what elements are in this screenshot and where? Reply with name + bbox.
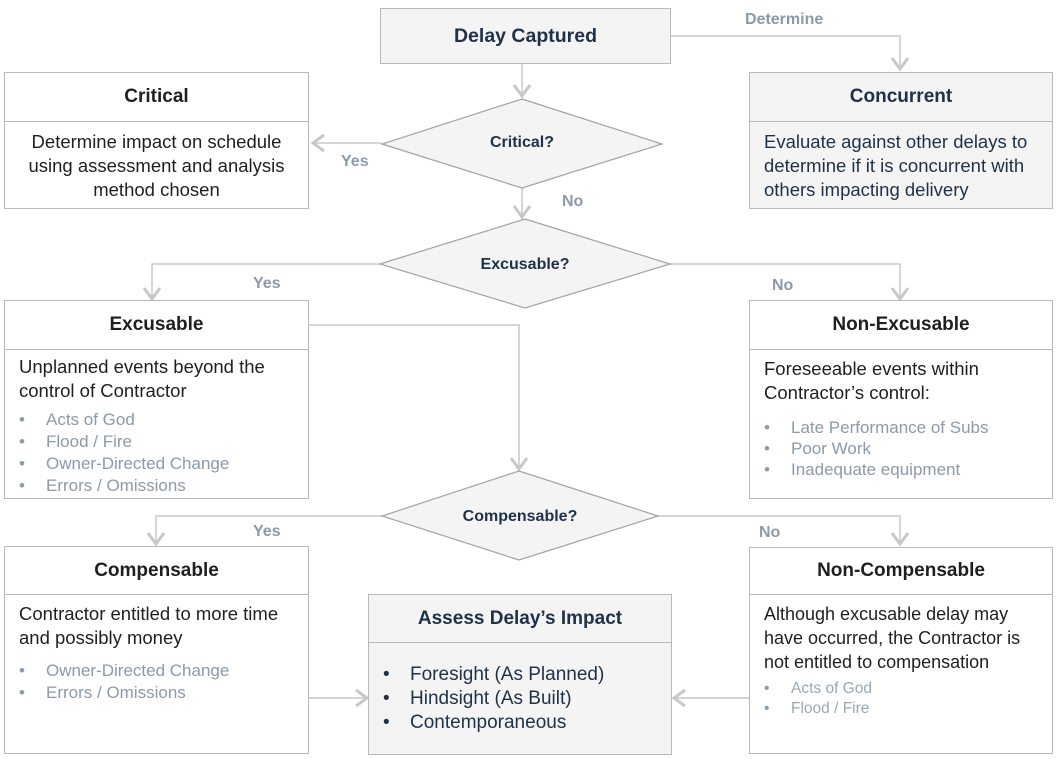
node-non-compensable-body: Although excusable delay may have occurr… [750, 595, 1052, 719]
list-item: Acts of God [764, 679, 1038, 699]
node-compensable: Compensable Contractor entitled to more … [4, 546, 309, 754]
node-non-compensable: Non-Compensable Although excusable delay… [749, 547, 1053, 754]
node-excusable-title: Excusable [5, 301, 308, 350]
edge-label-critical-yes: Yes [341, 153, 369, 170]
node-concurrent-title: Concurrent [750, 73, 1052, 122]
node-non-excusable-list: Late Performance of Subs Poor Work Inade… [764, 417, 1038, 480]
node-non-compensable-title: Non-Compensable [750, 548, 1052, 595]
decision-excusable-text: Excusable? [480, 256, 570, 273]
node-assess-impact-list: Foresight (As Planned) Hindsight (As Bui… [383, 663, 657, 735]
node-excusable-list: Acts of God Flood / Fire Owner-Directed … [19, 409, 294, 497]
edge-label-compensable-yes: Yes [253, 523, 281, 540]
node-critical-body: Determine impact on schedule using asses… [28, 131, 285, 200]
node-compensable-title: Compensable [5, 547, 308, 595]
list-item: Contemporaneous [383, 711, 657, 735]
list-item: Owner-Directed Change [19, 660, 294, 682]
node-assess-impact-body: Foresight (As Planned) Hindsight (As Bui… [369, 643, 671, 735]
decision-critical-text: Critical? [489, 134, 554, 151]
node-assess-impact-title: Assess Delay’s Impact [369, 595, 671, 643]
list-item: Errors / Omissions [19, 682, 294, 704]
node-concurrent: Concurrent Evaluate against other delays… [749, 72, 1053, 209]
edge-label-determine: Determine [745, 11, 824, 28]
node-non-compensable-list: Acts of God Flood / Fire [764, 679, 1038, 719]
node-delay-captured-title: Delay Captured [453, 24, 598, 47]
node-compensable-body: Contractor entitled to more time and pos… [5, 595, 308, 704]
node-non-excusable-description: Foreseeable events within Contractor’s c… [764, 358, 979, 403]
list-item: Flood / Fire [19, 431, 294, 453]
node-excusable: Excusable Unplanned events beyond the co… [4, 300, 309, 499]
list-item: Flood / Fire [764, 699, 1038, 719]
edge-label-excusable-yes: Yes [253, 275, 281, 292]
node-non-excusable-body: Foreseeable events within Contractor’s c… [750, 350, 1052, 480]
edge-label-compensable-no: No [759, 524, 781, 541]
node-non-compensable-description: Although excusable delay may have occurr… [764, 604, 1021, 672]
list-item: Late Performance of Subs [764, 417, 1038, 438]
decision-compensable-text: Compensable? [462, 508, 578, 525]
node-excusable-body: Unplanned events beyond the control of C… [5, 350, 308, 497]
node-assess-impact: Assess Delay’s Impact Foresight (As Plan… [368, 594, 672, 755]
list-item: Hindsight (As Built) [383, 687, 657, 711]
edge-delay-to-concurrent [670, 35, 901, 70]
node-critical: Critical Determine impact on schedule us… [4, 72, 309, 209]
list-item: Poor Work [764, 438, 1038, 459]
node-non-excusable: Non-Excusable Foreseeable events within … [749, 300, 1053, 499]
list-item: Acts of God [19, 409, 294, 431]
list-item: Inadequate equipment [764, 459, 1038, 480]
node-delay-captured: Delay Captured [380, 8, 671, 64]
node-non-excusable-title: Non-Excusable [750, 301, 1052, 350]
edge-label-excusable-no: No [772, 277, 794, 294]
node-critical-title: Critical [5, 73, 308, 122]
node-compensable-list: Owner-Directed Change Errors / Omissions [19, 660, 294, 704]
node-concurrent-body: Evaluate against other delays to determi… [764, 131, 1028, 200]
node-compensable-description: Contractor entitled to more time and pos… [19, 603, 279, 648]
node-excusable-description: Unplanned events beyond the control of C… [19, 356, 265, 401]
list-item: Errors / Omissions [19, 475, 294, 497]
edge-label-critical-no: No [562, 193, 584, 210]
list-item: Owner-Directed Change [19, 453, 294, 475]
list-item: Foresight (As Planned) [383, 663, 657, 687]
edge-excusable-to-compensable-q [309, 324, 520, 470]
